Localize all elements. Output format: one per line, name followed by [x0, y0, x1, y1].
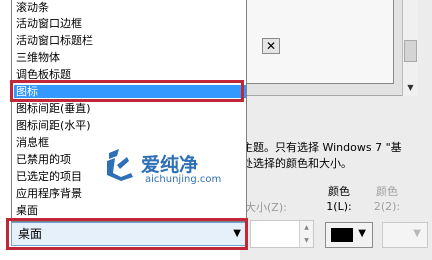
- size-label: 大小(Z):: [245, 201, 287, 214]
- color1-picker-button[interactable]: ▼: [325, 222, 373, 248]
- watermark-url: aichunjing.com: [145, 174, 222, 185]
- list-item[interactable]: 桌面: [14, 204, 246, 217]
- item-dropdown-list[interactable]: 滚动条 活动窗口边框 活动窗口标题栏 三维物体 调色板标题 图标 图标间距(垂直…: [11, 0, 247, 222]
- preview-scrollbar: ▼: [402, 0, 418, 96]
- chevron-down-icon: ▼: [413, 228, 421, 239]
- watermark-text: 爱纯净: [141, 154, 199, 176]
- scroll-down-arrow-icon: ▼: [407, 83, 414, 92]
- list-item[interactable]: 图标间距(垂直): [14, 102, 246, 115]
- watermark: 爱纯净 aichunjing.com: [103, 147, 233, 187]
- list-item[interactable]: 应用程序背景: [14, 187, 246, 200]
- watermark-logo-icon: [107, 149, 133, 181]
- chevron-down-icon: ▼: [358, 228, 366, 239]
- list-item[interactable]: 滚动条: [14, 1, 246, 14]
- size-spinner[interactable]: ▲ ▼: [250, 220, 314, 248]
- preview-close-icon: ✕: [262, 38, 280, 54]
- description-text: 主题。只有选择 Windows 7 "基 处选择的颜色和大小。: [242, 141, 402, 170]
- color2-label: 颜色 2(2):: [373, 185, 401, 213]
- list-item[interactable]: 活动窗口边框: [14, 17, 246, 30]
- scrollbar-thumb: [404, 40, 417, 62]
- color2-picker-button[interactable]: ▼: [382, 222, 428, 248]
- selected-item-highlight-box: [10, 80, 244, 102]
- list-item[interactable]: 活动窗口标题栏: [14, 34, 246, 47]
- combobox-highlight-box: [6, 218, 248, 250]
- color1-swatch: [331, 228, 353, 242]
- list-item[interactable]: 图标间距(水平): [14, 119, 246, 132]
- color1-label: 颜色 1(L):: [326, 185, 352, 213]
- list-item[interactable]: 三维物体: [14, 51, 246, 64]
- spinner-arrows-icon[interactable]: ▲ ▼: [299, 221, 313, 247]
